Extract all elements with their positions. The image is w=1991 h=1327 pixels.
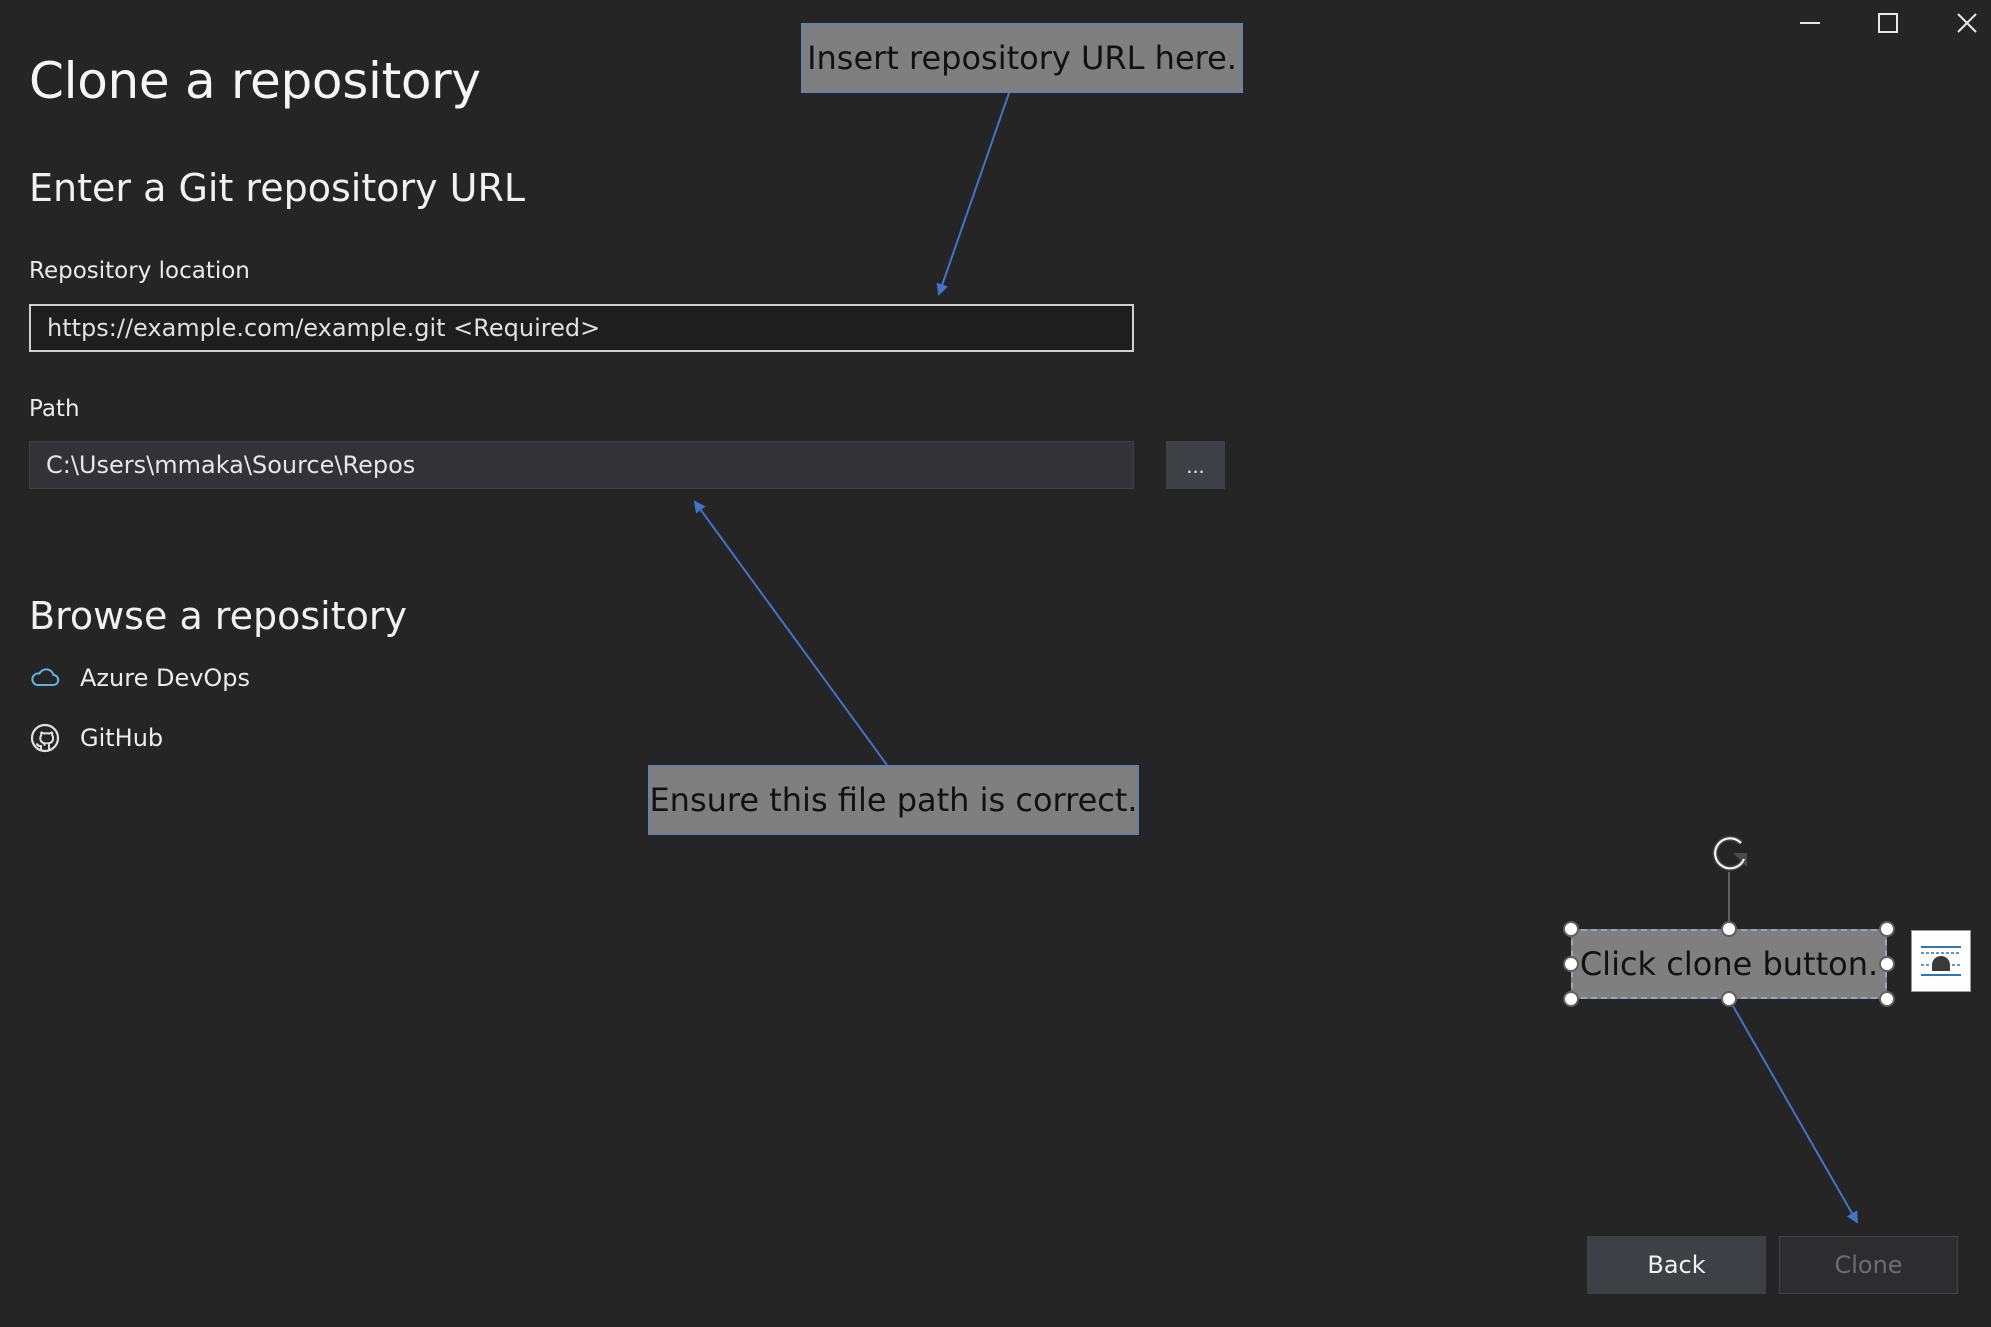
path-callout: Ensure this file path is correct. [648,765,1139,835]
back-button[interactable]: Back [1587,1236,1766,1294]
resize-handle-top-right[interactable] [1879,921,1895,937]
resize-handle-bottom-right[interactable] [1879,991,1895,1007]
resize-handle-bottom-left[interactable] [1563,991,1579,1007]
layout-options-icon [1921,946,1961,976]
clone-callout-arrow [1732,1005,1858,1224]
resize-handle-left[interactable] [1563,956,1579,972]
annotation-arrows [693,92,1858,1224]
resize-handle-bottom[interactable] [1721,991,1737,1007]
clone-button[interactable]: Clone [1779,1236,1958,1294]
layout-options-button[interactable] [1911,930,1971,992]
clone-callout[interactable]: Click clone button. [1571,929,1887,999]
resize-handle-top[interactable] [1721,921,1737,937]
url-callout-arrow [936,92,1010,296]
url-callout: Insert repository URL here. [801,23,1243,93]
path-callout-arrow [693,500,888,766]
resize-handle-right[interactable] [1879,956,1895,972]
resize-handle-top-left[interactable] [1563,921,1579,937]
rotate-icon[interactable] [1703,827,1759,877]
